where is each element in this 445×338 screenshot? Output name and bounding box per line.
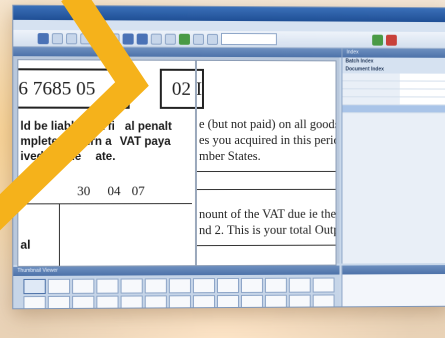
fit-page-icon[interactable] xyxy=(150,33,162,45)
accept-icon[interactable] xyxy=(372,34,384,46)
warning-line-2: mpleted return a VAT paya xyxy=(20,135,171,148)
thumbnail[interactable] xyxy=(264,277,287,293)
zoom-in-icon[interactable] xyxy=(122,32,134,45)
vat-number-text: 6 7685 05 xyxy=(18,78,96,100)
thumbnail[interactable] xyxy=(144,295,167,310)
thumbnail[interactable] xyxy=(23,278,46,295)
divider xyxy=(58,203,60,266)
rotate-icon[interactable] xyxy=(178,33,190,45)
thumbnail[interactable] xyxy=(264,294,287,310)
document-page: 6 7685 05 02 I ld be liable to a fi al pe… xyxy=(17,59,337,267)
thumbnail[interactable] xyxy=(288,294,311,310)
thumbnail[interactable] xyxy=(312,277,335,293)
date-year: 07 xyxy=(131,183,145,199)
index-panel: Index Batch Index Document Index xyxy=(341,48,445,264)
thumbnail[interactable] xyxy=(168,278,191,294)
index-field-row[interactable] xyxy=(342,89,445,98)
divider xyxy=(196,244,337,247)
warning-line-1: ld be liable to a fi al penalt xyxy=(20,120,172,133)
description-panel-header xyxy=(342,265,445,275)
thumbnail[interactable] xyxy=(240,294,263,310)
thumbnail[interactable] xyxy=(72,295,95,310)
divider xyxy=(18,203,192,205)
thumbnail[interactable] xyxy=(312,294,335,310)
thumbnail[interactable] xyxy=(168,295,191,310)
thumbnail-grid xyxy=(23,277,336,310)
thumbnail[interactable] xyxy=(192,295,215,310)
thumbnail-viewer: Thumbnail Viewer xyxy=(13,265,340,310)
description-panel xyxy=(341,265,445,307)
thumbnail[interactable] xyxy=(216,294,239,310)
thumbnail[interactable] xyxy=(120,278,143,294)
thumbnail[interactable] xyxy=(144,278,167,294)
form-left-column: 6 7685 05 02 I ld be liable to a fi al pe… xyxy=(17,60,204,266)
document-panel-header xyxy=(13,47,191,57)
page-icon[interactable] xyxy=(51,32,63,44)
right-text-1: e (but not paid) on all goods xyxy=(198,116,337,132)
vat-number-box: 6 7685 05 xyxy=(17,68,130,109)
page-icon[interactable] xyxy=(66,32,78,44)
select-icon[interactable] xyxy=(192,33,204,45)
fit-width-icon[interactable] xyxy=(164,33,176,45)
thumbnail[interactable] xyxy=(47,278,71,294)
toolbar xyxy=(13,29,445,49)
zoom-out-icon[interactable] xyxy=(136,33,148,45)
right-text-4: nount of the VAT due ie the xyxy=(198,206,337,222)
index-panel-header: Index xyxy=(342,48,445,58)
right-text-5: nd 2. This is your total Output xyxy=(198,222,337,238)
scan-icon[interactable] xyxy=(94,32,106,44)
side-label: al xyxy=(20,237,31,252)
document-viewer: 6 7685 05 02 I ld be liable to a fi al pe… xyxy=(13,47,344,267)
thumbnail[interactable] xyxy=(288,277,311,293)
page-panel-header xyxy=(190,47,344,58)
date-day: 30 xyxy=(77,183,91,199)
divider xyxy=(196,188,337,191)
thumbnail[interactable] xyxy=(96,295,119,310)
index-field-row[interactable] xyxy=(342,81,445,90)
index-field-row[interactable] xyxy=(342,97,445,106)
thumbnail[interactable] xyxy=(47,295,71,310)
zoom-select[interactable] xyxy=(221,32,277,46)
thumbnail[interactable] xyxy=(72,278,95,294)
date-month: 04 xyxy=(107,183,121,199)
thumbnail[interactable] xyxy=(192,278,215,294)
thumbnail-panel-header: Thumbnail Viewer xyxy=(13,265,340,277)
thumbnail[interactable] xyxy=(216,277,239,294)
reject-icon[interactable] xyxy=(385,34,397,46)
divider xyxy=(196,170,337,173)
description-text xyxy=(342,274,445,280)
thumbnail[interactable] xyxy=(23,296,46,310)
form-right-column: e (but not paid) on all goods es you acq… xyxy=(194,60,337,266)
layout-icon[interactable] xyxy=(108,32,120,45)
thumbnail[interactable] xyxy=(96,278,119,294)
right-text-3: mber States. xyxy=(198,148,261,164)
right-text-2: es you acquired in this perioc xyxy=(198,132,337,148)
application-window: 6 7685 05 02 I ld be liable to a fi al pe… xyxy=(12,4,445,310)
pointer-tool-icon[interactable] xyxy=(37,32,49,44)
page-icon[interactable] xyxy=(80,32,92,44)
thumbnail[interactable] xyxy=(240,277,263,293)
index-field-row-selected[interactable] xyxy=(342,105,445,114)
thumbnail[interactable] xyxy=(120,295,143,310)
highlight-icon[interactable] xyxy=(206,33,219,45)
warning-line-3: ived by the ate. xyxy=(20,150,116,164)
